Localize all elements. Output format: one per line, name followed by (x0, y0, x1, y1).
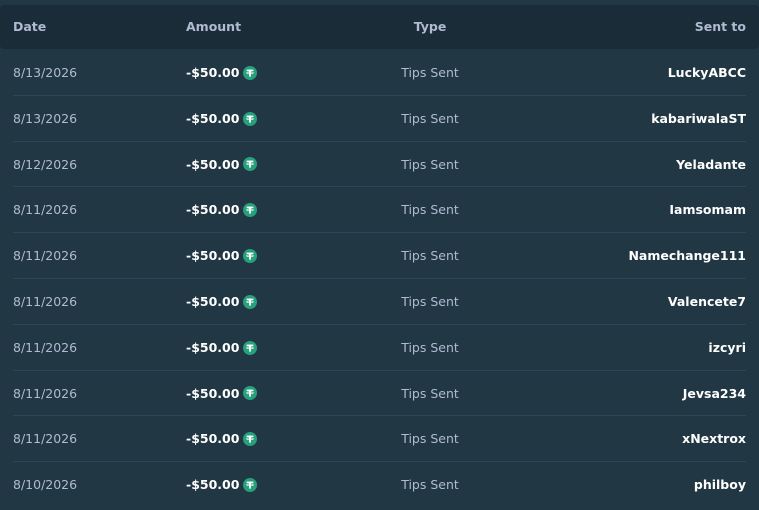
tether-usdt-icon (243, 294, 258, 309)
sent-to-cell[interactable]: Iamsomam (669, 187, 746, 233)
type-cell: Tips Sent (401, 385, 459, 401)
amount-value: -$50.00 (186, 110, 240, 126)
sent-to-cell[interactable]: LuckyABCC (668, 50, 746, 96)
type-cell: Tips Sent (401, 431, 459, 447)
table-row: 8/13/2026 -$50.00 Tips Sent LuckyABCC (0, 50, 759, 96)
table-row: 8/11/2026 -$50.00 Tips Sent Namechange11… (0, 233, 759, 279)
table-header: Date Amount Type Sent to (0, 5, 759, 49)
date-cell: 8/11/2026 (13, 431, 78, 447)
date-cell: 8/11/2026 (13, 202, 78, 218)
table-row: 8/12/2026 -$50.00 Tips Sent Yeladante (0, 142, 759, 188)
table-row: 8/11/2026 -$50.00 Tips Sent Valencete7 (0, 279, 759, 325)
amount-value: -$50.00 (186, 202, 240, 218)
amount-value: -$50.00 (186, 431, 240, 447)
tether-usdt-icon (243, 478, 258, 493)
amount-value: -$50.00 (186, 385, 240, 401)
tether-usdt-icon (243, 157, 258, 172)
sent-to-cell[interactable]: Jevsa234 (683, 371, 746, 417)
date-cell: 8/10/2026 (13, 477, 78, 493)
amount-value: -$50.00 (186, 477, 240, 493)
type-cell: Tips Sent (401, 65, 459, 80)
table-row: 8/10/2026 -$50.00 Tips Sent philboy (0, 462, 759, 508)
amount-value: -$50.00 (186, 156, 240, 172)
date-cell: 8/13/2026 (13, 110, 78, 126)
amount-value: -$50.00 (186, 339, 240, 355)
amount-cell: -$50.00 (186, 50, 258, 96)
sent-to-cell[interactable]: izcyri (708, 325, 746, 371)
date-cell: 8/11/2026 (13, 385, 78, 401)
table-row: 8/11/2026 -$50.00 Tips Sent xNextrox (0, 416, 759, 462)
tether-usdt-icon (243, 111, 258, 126)
amount-cell: -$50.00 (186, 96, 258, 142)
amount-cell: -$50.00 (186, 371, 258, 417)
amount-cell: -$50.00 (186, 142, 258, 188)
tether-usdt-icon (243, 203, 258, 218)
amount-cell: -$50.00 (186, 233, 258, 279)
table-body: 8/13/2026 -$50.00 Tips Sent LuckyABCC 8/… (0, 50, 759, 508)
date-cell: 8/11/2026 (13, 339, 78, 355)
column-header-sent-to[interactable]: Sent to (695, 5, 746, 49)
amount-value: -$50.00 (186, 248, 240, 264)
type-cell: Tips Sent (401, 202, 459, 218)
column-header-amount[interactable]: Amount (186, 5, 241, 49)
amount-cell: -$50.00 (186, 462, 258, 508)
sent-to-cell[interactable]: Namechange111 (628, 233, 746, 279)
tether-usdt-icon (243, 65, 258, 80)
type-cell: Tips Sent (401, 293, 459, 309)
sent-to-cell[interactable]: Valencete7 (668, 279, 746, 325)
table-row: 8/11/2026 -$50.00 Tips Sent izcyri (0, 325, 759, 371)
type-cell: Tips Sent (401, 248, 459, 264)
tether-usdt-icon (243, 249, 258, 264)
tether-usdt-icon (243, 340, 258, 355)
table-row: 8/11/2026 -$50.00 Tips Sent Iamsomam (0, 187, 759, 233)
amount-cell: -$50.00 (186, 279, 258, 325)
amount-cell: -$50.00 (186, 187, 258, 233)
date-cell: 8/11/2026 (13, 248, 78, 264)
type-cell: Tips Sent (401, 110, 459, 126)
date-cell: 8/13/2026 (13, 65, 78, 80)
tether-usdt-icon (243, 386, 258, 401)
date-cell: 8/11/2026 (13, 293, 78, 309)
tether-usdt-icon (243, 432, 258, 447)
amount-value: -$50.00 (186, 293, 240, 309)
amount-cell: -$50.00 (186, 416, 258, 462)
sent-to-cell[interactable]: xNextrox (682, 416, 746, 462)
transactions-table: Date Amount Type Sent to 8/13/2026 -$50.… (0, 0, 759, 510)
column-header-type[interactable]: Type (388, 5, 472, 49)
sent-to-cell[interactable]: philboy (694, 462, 746, 508)
column-header-date[interactable]: Date (13, 5, 46, 49)
sent-to-cell[interactable]: Yeladante (676, 142, 746, 188)
type-cell: Tips Sent (401, 477, 459, 493)
sent-to-cell[interactable]: kabariwalaST (651, 96, 746, 142)
table-row: 8/13/2026 -$50.00 Tips Sent kabariwalaST (0, 96, 759, 142)
amount-value: -$50.00 (186, 65, 240, 80)
type-cell: Tips Sent (401, 156, 459, 172)
amount-cell: -$50.00 (186, 325, 258, 371)
date-cell: 8/12/2026 (13, 156, 78, 172)
type-cell: Tips Sent (401, 339, 459, 355)
table-row: 8/11/2026 -$50.00 Tips Sent Jevsa234 (0, 371, 759, 417)
